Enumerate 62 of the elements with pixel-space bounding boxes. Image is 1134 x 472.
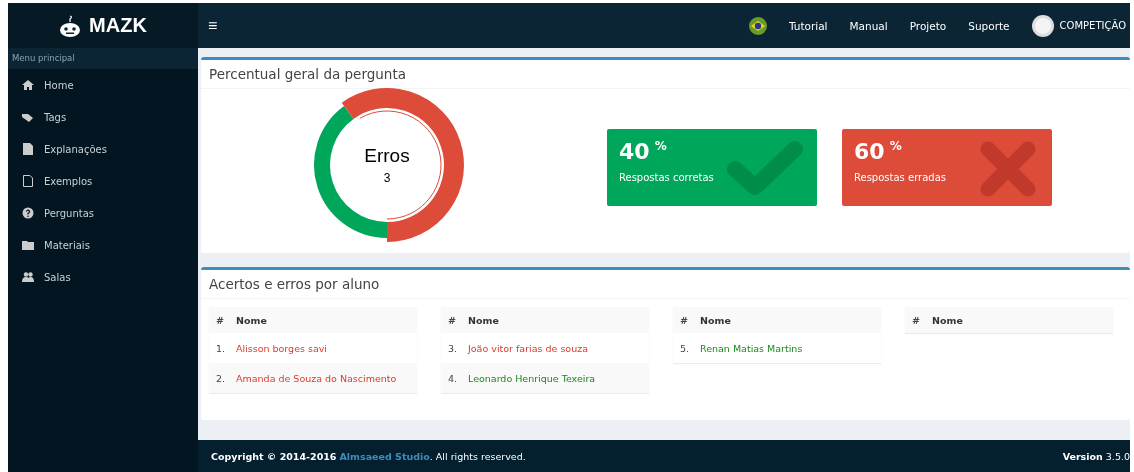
sidebar-label: Home	[44, 79, 74, 91]
student-name: João vitor farias de souza	[468, 342, 588, 354]
column-header: Nome	[932, 314, 963, 326]
column-header: #	[215, 314, 225, 326]
column-header: Nome	[468, 314, 499, 326]
student-name: Amanda de Souza do Nascimento	[236, 372, 397, 384]
student-name: Renan Matias Martins	[700, 342, 803, 354]
robot-icon	[59, 13, 82, 38]
row-number: 5.	[679, 342, 691, 354]
column-header: Nome	[700, 314, 731, 326]
copyright-text: Copyright © 2014-2016 Almsaeed Studio. All rights reserved.	[211, 450, 526, 462]
sidebar-header: Menu principal	[8, 48, 198, 69]
tag-icon	[22, 111, 34, 123]
flag-icon[interactable]	[748, 16, 767, 35]
student-name: Alisson borges savi	[236, 342, 327, 354]
stat-value: 40 $^{%}$	[619, 138, 668, 164]
question-icon	[22, 207, 34, 219]
brand-logo[interactable]: MAZK	[8, 3, 198, 48]
document-icon	[22, 143, 34, 155]
stat-label: Respostas corretas	[619, 171, 715, 183]
nav-link[interactable]: Projeto	[909, 19, 947, 32]
column-header: #	[679, 314, 689, 326]
row-number: 4.	[447, 372, 459, 384]
column-header: #	[447, 314, 457, 326]
studio-link[interactable]: Almsaeed Studio	[339, 450, 430, 462]
sidebar-item[interactable]: Explanações	[8, 133, 198, 165]
checkmark-icon	[727, 138, 803, 195]
nav-link[interactable]: Manual	[849, 19, 888, 32]
sidebar-label: Tags	[44, 111, 67, 123]
student-name: Leonardo Henrique Texeira	[468, 372, 596, 384]
donut-label: Erros	[364, 145, 410, 167]
avatar-icon[interactable]	[1031, 14, 1054, 37]
sidebar-item[interactable]: Salas	[8, 261, 198, 293]
sidebar-label: Perguntas	[44, 207, 95, 219]
nav-link[interactable]: Tutorial	[788, 19, 828, 32]
column-header: Nome	[236, 314, 267, 326]
sidebar-item[interactable]: Home	[8, 69, 198, 101]
sidebar-label: Explanações	[44, 143, 107, 155]
column-header: #	[911, 314, 921, 326]
row-number: 2.	[215, 372, 227, 384]
version-text: Version 3.5.0	[1062, 450, 1130, 462]
card-title: Percentual geral da pergunta	[201, 60, 1130, 89]
sidebar-item[interactable]: Tags	[8, 101, 198, 133]
folder-icon	[22, 239, 34, 251]
home-icon	[22, 79, 34, 91]
sidebar-label: Materiais	[44, 239, 90, 251]
card-title: Acertos e erros por aluno	[201, 270, 1130, 299]
user-menu[interactable]: COMPETIÇÃO	[1059, 20, 1126, 31]
document-icon	[22, 175, 34, 187]
stat-value: 60 $^{%}$	[854, 138, 903, 164]
row-number: 3.	[447, 342, 459, 354]
sidebar-item[interactable]: Exemplos	[8, 165, 198, 197]
donut-count: 3	[383, 171, 391, 185]
menu-button[interactable]: ≡	[208, 16, 218, 35]
sidebar-label: Salas	[44, 271, 71, 283]
stat-label: Respostas erradas	[854, 171, 947, 183]
sidebar-item[interactable]: Perguntas	[8, 197, 198, 229]
sidebar-label: Exemplos	[44, 175, 93, 187]
row-number: 1.	[215, 342, 227, 354]
users-icon	[22, 271, 34, 283]
sidebar-item[interactable]: Materiais	[8, 229, 198, 261]
nav-link[interactable]: Suporte	[968, 19, 1010, 32]
